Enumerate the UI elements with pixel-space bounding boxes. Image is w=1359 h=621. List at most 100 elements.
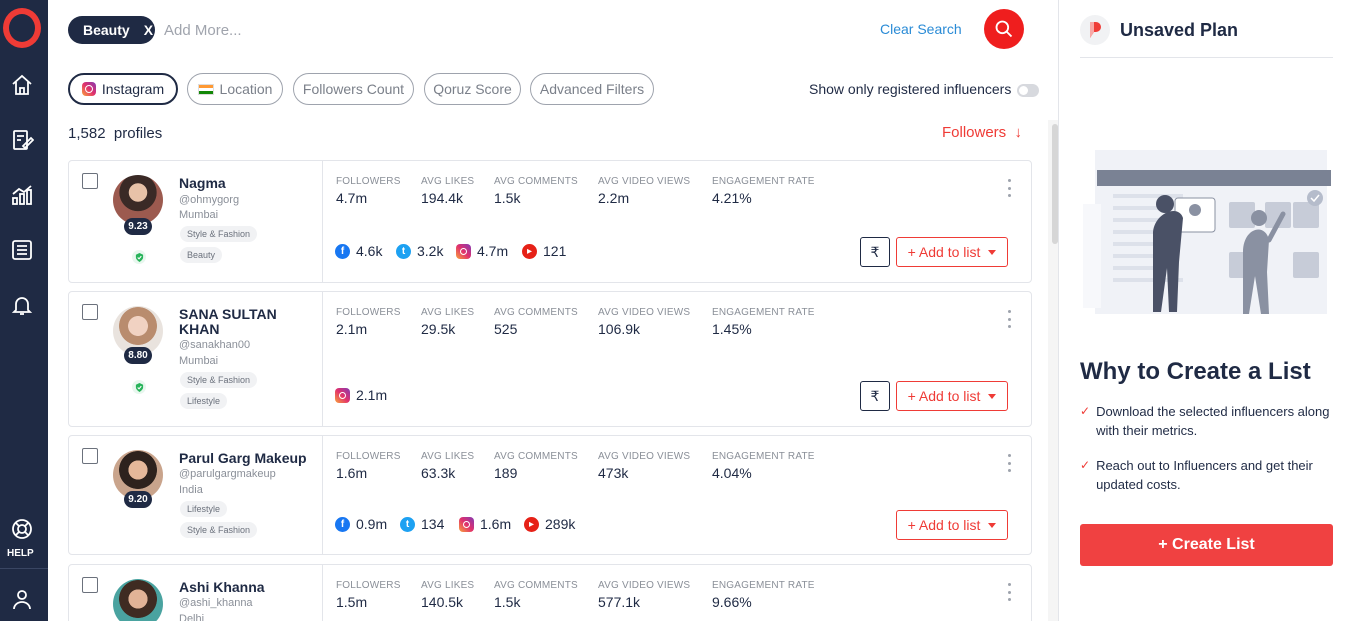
social-instagram: 1.6m <box>459 516 511 532</box>
profile-handle: @parulgargmakeup <box>179 468 276 480</box>
add-to-list-button[interactable]: + Add to list <box>896 510 1008 540</box>
filter-followers-count[interactable]: Followers Count <box>293 73 414 105</box>
profile-city: Mumbai <box>179 355 219 367</box>
metric-label-engagement-rate: ENGAGEMENT RATE <box>712 451 815 462</box>
add-to-list-button[interactable]: + Add to list <box>896 381 1008 411</box>
metric-avg-likes: 194.4k <box>421 190 464 206</box>
qoruz-score-badge: 9.23 <box>124 218 152 235</box>
app-logo[interactable] <box>3 8 41 48</box>
search-bar: Beauty X Clear Search <box>48 0 1058 60</box>
create-list-button[interactable]: + Create List <box>1080 524 1333 566</box>
select-checkbox[interactable] <box>82 173 98 189</box>
social-twitter: t 134 <box>400 516 444 532</box>
help-label[interactable]: HELP <box>7 548 34 559</box>
filter-label: Followers Count <box>302 81 405 97</box>
youtube-icon: ▸ <box>524 516 539 532</box>
why-point: ✓ Download the selected influencers alon… <box>1080 404 1330 438</box>
registered-toggle[interactable] <box>1017 84 1039 97</box>
plan-logo-icon <box>1080 15 1110 45</box>
help-icon[interactable] <box>10 517 34 541</box>
instagram-icon <box>335 387 350 403</box>
instagram-icon <box>81 82 96 96</box>
plan-title[interactable]: Unsaved Plan <box>1120 20 1238 41</box>
metric-avg-likes: 29.5k <box>421 321 456 337</box>
profile-city: Delhi <box>179 613 205 621</box>
sort-followers[interactable]: Followers ↓ <box>942 124 1022 141</box>
metric-label-avg-video-views: AVG VIDEO VIEWS <box>598 580 691 591</box>
home-icon[interactable] <box>10 73 34 97</box>
filter-label: Instagram <box>101 81 165 97</box>
filter-qoruz-score[interactable]: Qoruz Score <box>424 73 521 105</box>
metric-engagement-rate: 4.21% <box>712 190 752 206</box>
instagram-icon <box>456 243 471 259</box>
why-title: Why to Create a List <box>1080 358 1311 385</box>
more-options-icon[interactable] <box>1008 583 1012 601</box>
left-nav: HELP <box>0 0 48 621</box>
select-checkbox[interactable] <box>82 448 98 464</box>
metric-label-avg-likes: AVG LIKES <box>421 176 475 187</box>
bell-icon[interactable] <box>10 293 34 317</box>
metric-label-engagement-rate: ENGAGEMENT RATE <box>712 176 815 187</box>
user-icon[interactable] <box>10 587 34 611</box>
social-twitter: t 3.2k <box>396 243 443 259</box>
metric-avg-video-views: 473k <box>598 465 629 481</box>
metric-followers: 2.1m <box>336 321 368 337</box>
sort-arrow-icon: ↓ <box>1014 124 1023 141</box>
avatar[interactable] <box>113 579 163 621</box>
metric-engagement-rate: 1.45% <box>712 321 752 337</box>
card-divider <box>322 292 323 426</box>
profile-name[interactable]: SANA SULTAN KHAN <box>179 307 314 337</box>
profile-name[interactable]: Parul Garg Makeup <box>179 451 314 466</box>
metric-label-avg-video-views: AVG VIDEO VIEWS <box>598 307 691 318</box>
profile-handle: @ohmygorg <box>179 194 240 206</box>
metric-engagement-rate: 4.04% <box>712 465 752 481</box>
card-divider <box>322 161 323 282</box>
caret-down-icon <box>988 249 997 255</box>
social-facebook: f 0.9m <box>335 516 387 532</box>
metric-label-avg-comments: AVG COMMENTS <box>494 176 578 187</box>
why-point: ✓ Reach out to Influencers and get their… <box>1080 458 1313 492</box>
more-options-icon[interactable] <box>1008 310 1012 328</box>
twitter-icon: t <box>400 516 415 532</box>
select-checkbox[interactable] <box>82 304 98 320</box>
cost-button[interactable]: ₹ <box>860 237 890 267</box>
profile-name[interactable]: Nagma <box>179 176 314 191</box>
edit-note-icon[interactable] <box>10 128 35 152</box>
profile-name[interactable]: Ashi Khanna <box>179 580 314 595</box>
category-tag: Beauty <box>180 247 223 263</box>
verified-shield-icon <box>132 250 146 264</box>
profile-city: Mumbai <box>179 209 219 221</box>
profile-city: India <box>179 484 203 496</box>
metric-label-engagement-rate: ENGAGEMENT RATE <box>712 307 815 318</box>
chip-remove-icon[interactable]: X <box>144 22 153 38</box>
clear-search-link[interactable]: Clear Search <box>880 21 962 37</box>
card-divider <box>322 565 323 621</box>
search-icon <box>995 20 1013 38</box>
filter-label: Location <box>219 81 273 97</box>
filter-location[interactable]: Location <box>187 73 283 105</box>
social-instagram: 4.7m <box>456 243 508 259</box>
search-input[interactable] <box>164 18 664 42</box>
filter-advanced[interactable]: Advanced Filters <box>530 73 654 105</box>
caret-down-icon <box>988 393 997 399</box>
more-options-icon[interactable] <box>1008 179 1012 197</box>
nav-divider <box>0 568 48 569</box>
metric-label-avg-likes: AVG LIKES <box>421 580 475 591</box>
metric-label-avg-video-views: AVG VIDEO VIEWS <box>598 176 691 187</box>
search-chip-beauty[interactable]: Beauty X <box>68 16 155 44</box>
select-checkbox[interactable] <box>82 577 98 593</box>
metric-avg-comments: 189 <box>494 465 518 481</box>
metric-avg-likes: 63.3k <box>421 465 456 481</box>
filter-instagram[interactable]: Instagram <box>68 73 178 105</box>
search-button[interactable] <box>984 9 1024 49</box>
metric-followers: 1.5m <box>336 594 368 610</box>
list-icon[interactable] <box>10 238 34 262</box>
check-icon: ✓ <box>1080 404 1091 418</box>
add-to-list-button[interactable]: + Add to list <box>896 237 1008 267</box>
metric-avg-likes: 140.5k <box>421 594 464 610</box>
cost-button[interactable]: ₹ <box>860 381 890 411</box>
metric-label-followers: FOLLOWERS <box>336 307 401 318</box>
more-options-icon[interactable] <box>1008 454 1012 472</box>
social-facebook: f 4.6k <box>335 243 382 259</box>
analytics-icon[interactable] <box>10 183 34 207</box>
